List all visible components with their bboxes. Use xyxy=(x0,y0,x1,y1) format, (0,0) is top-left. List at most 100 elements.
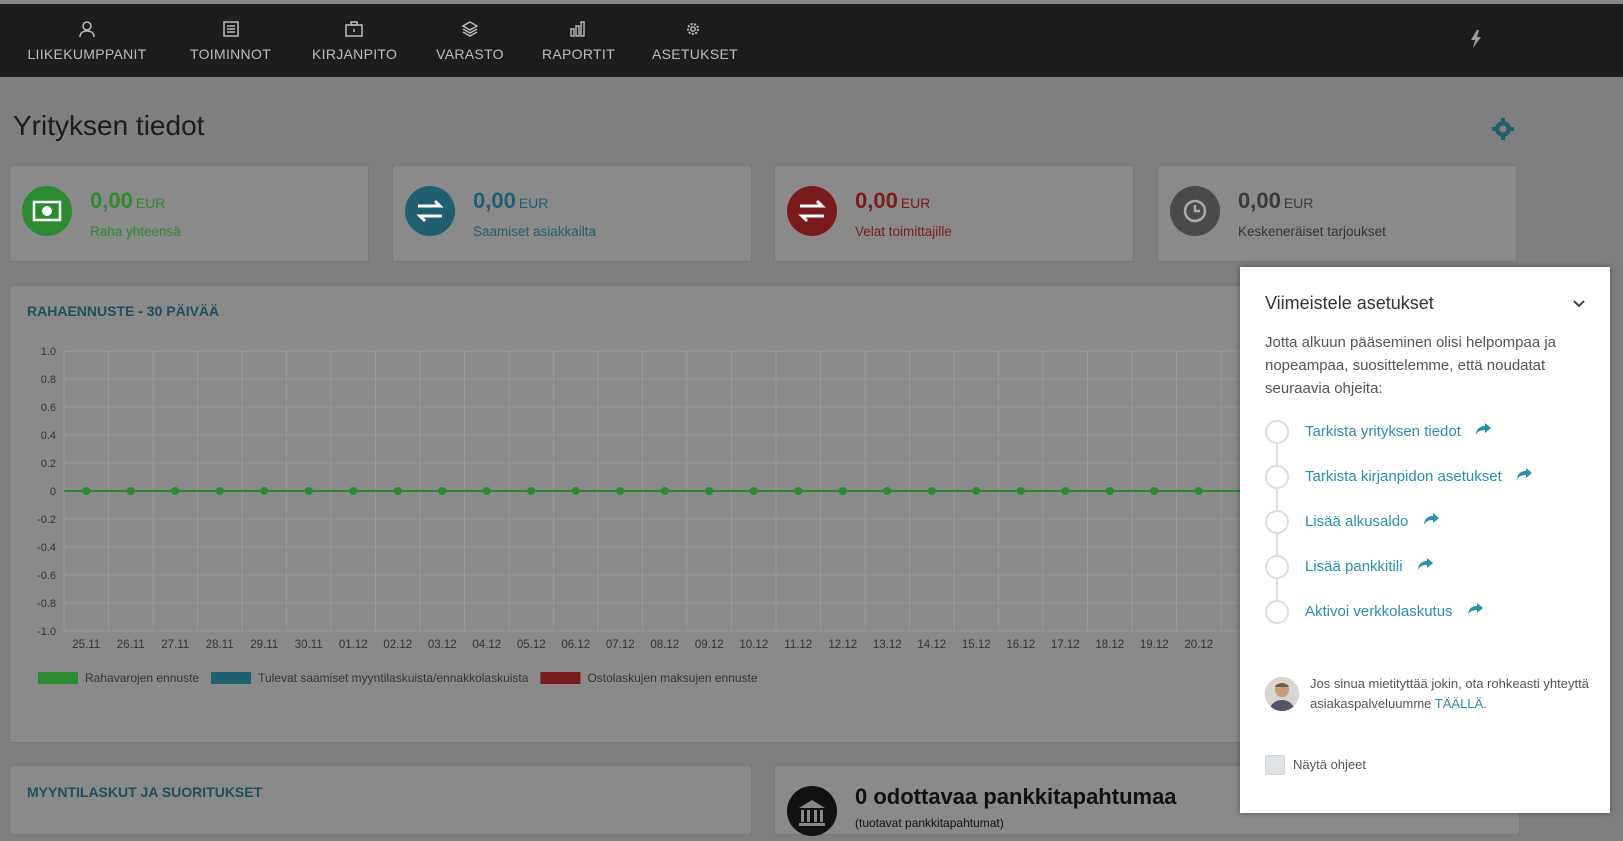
x-tick-label: 30.11 xyxy=(295,639,323,651)
y-tick-label: -0.2 xyxy=(37,514,56,526)
data-point xyxy=(1194,487,1203,495)
card-label: Velat toimittajille xyxy=(855,224,952,239)
data-point xyxy=(705,487,714,495)
x-tick-label: 08.12 xyxy=(650,639,679,651)
data-point xyxy=(838,487,847,495)
data-point xyxy=(349,487,358,495)
setup-popup: Viimeistele asetukset Jotta alkuun pääse… xyxy=(1240,267,1610,813)
step-link[interactable]: Lisää pankkitili xyxy=(1305,558,1433,575)
nav-item-asetukset[interactable]: ASETUKSET xyxy=(652,18,738,62)
popup-intro: Jotta alkuun pääseminen olisi helpompaa … xyxy=(1265,334,1557,397)
money-icon xyxy=(22,186,72,236)
x-tick-label: 04.12 xyxy=(472,639,501,651)
y-tick-label: -0.4 xyxy=(37,542,56,554)
share-arrow-icon xyxy=(1417,558,1433,570)
x-tick-label: 01.12 xyxy=(339,639,368,651)
data-point xyxy=(482,487,491,495)
x-tick-label: 17.12 xyxy=(1051,639,1080,651)
nav-item-toiminnot[interactable]: TOIMINNOT xyxy=(188,18,273,62)
x-tick-label: 02.12 xyxy=(383,639,412,651)
data-point xyxy=(527,487,536,495)
summary-card-receivables[interactable]: 0,00 EUR Saamiset asiakkailta xyxy=(392,165,752,262)
summary-card-offers[interactable]: 0,00 EUR Keskeneräiset tarjoukset xyxy=(1157,165,1517,262)
help-link[interactable]: TÄÄLLÄ xyxy=(1435,696,1483,711)
x-tick-label: 19.12 xyxy=(1140,639,1169,651)
step-link[interactable]: Tarkista yrityksen tiedot xyxy=(1305,423,1492,440)
bolt-icon[interactable] xyxy=(1470,30,1482,48)
x-tick-label: 18.12 xyxy=(1095,639,1124,651)
legend-label: Ostolaskujen maksujen ennuste xyxy=(587,671,757,685)
y-tick-label: -0.6 xyxy=(37,570,56,582)
share-arrow-icon xyxy=(1476,423,1492,435)
y-tick-label: -1.0 xyxy=(37,626,56,638)
data-point xyxy=(393,487,402,495)
data-point xyxy=(126,487,135,495)
card-value: 0,00 EUR xyxy=(473,188,549,213)
y-tick-label: 0.6 xyxy=(41,402,56,414)
nav-item-raportit[interactable]: RAPORTIT xyxy=(542,18,615,62)
x-tick-label: 06.12 xyxy=(561,639,590,651)
nav-item-varasto[interactable]: VARASTO xyxy=(436,18,504,62)
gear-icon[interactable] xyxy=(1492,118,1514,140)
step-radio[interactable] xyxy=(1265,555,1289,579)
step-link[interactable]: Tarkista kirjanpidon asetukset xyxy=(1305,468,1532,485)
nav-label: TOIMINNOT xyxy=(190,46,271,62)
briefcase-icon xyxy=(345,21,363,37)
data-point xyxy=(660,487,669,495)
x-tick-label: 28.11 xyxy=(206,639,234,651)
data-point xyxy=(171,487,180,495)
y-tick-label: -0.8 xyxy=(37,598,56,610)
data-point xyxy=(1105,487,1114,495)
share-arrow-icon xyxy=(1423,513,1439,525)
card-value: 0,00 EUR xyxy=(1238,188,1314,213)
clock-icon xyxy=(1170,186,1220,236)
nav-item-liikekumppanit[interactable]: LIIKEKUMPPANIT xyxy=(27,18,147,62)
step-link[interactable]: Aktivoi verkkolaskutus xyxy=(1305,603,1483,620)
chevron-down-icon[interactable] xyxy=(1573,300,1585,308)
y-tick-label: 0.8 xyxy=(41,374,56,386)
exchange-icon xyxy=(787,186,837,236)
user-icon xyxy=(79,21,95,38)
x-tick-label: 29.11 xyxy=(250,639,278,651)
bank-icon xyxy=(787,786,837,836)
step-radio[interactable] xyxy=(1265,465,1289,489)
x-tick-label: 12.12 xyxy=(828,639,857,651)
bar-chart-icon xyxy=(570,21,585,37)
y-tick-label: 1.0 xyxy=(41,346,56,358)
card-label: Raha yhteensä xyxy=(90,224,181,239)
data-point xyxy=(927,487,936,495)
show-instructions-label: Näytä ohjeet xyxy=(1293,757,1366,772)
data-point xyxy=(215,487,224,495)
nav-item-kirjanpito[interactable]: KIRJANPITO xyxy=(312,18,397,62)
x-tick-label: 03.12 xyxy=(428,639,457,651)
y-tick-label: 0.4 xyxy=(41,430,56,442)
gear-icon xyxy=(687,23,699,35)
x-tick-label: 20.12 xyxy=(1184,639,1213,651)
card-label: Keskeneräiset tarjoukset xyxy=(1238,224,1386,239)
avatar xyxy=(1265,677,1299,711)
step-radio[interactable] xyxy=(1265,600,1289,624)
step-radio[interactable] xyxy=(1265,510,1289,534)
page-title: Yrityksen tiedot xyxy=(13,110,205,141)
step-radio[interactable] xyxy=(1265,420,1289,444)
data-point xyxy=(749,487,758,495)
summary-card-money[interactable]: 0,00 EUR Raha yhteensä xyxy=(9,165,369,262)
step-link[interactable]: Lisää alkusaldo xyxy=(1305,513,1439,530)
show-instructions-checkbox[interactable] xyxy=(1265,755,1285,775)
card-value: 0,00 EUR xyxy=(90,188,166,213)
exchange-icon xyxy=(405,186,455,236)
card-value: 0,00 EUR xyxy=(855,188,931,213)
x-tick-label: 26.11 xyxy=(117,639,145,651)
y-tick-label: 0.2 xyxy=(41,458,56,470)
data-point xyxy=(972,487,981,495)
x-tick-label: 13.12 xyxy=(873,639,902,651)
top-navbar: LIIKEKUMPPANIT TOIMINNOT KIRJANPITO VARA… xyxy=(0,0,1623,77)
x-tick-label: 10.12 xyxy=(739,639,768,651)
data-point xyxy=(616,487,625,495)
x-tick-label: 27.11 xyxy=(161,639,189,651)
data-point xyxy=(304,487,313,495)
x-tick-label: 25.11 xyxy=(72,639,100,651)
legend-swatch xyxy=(211,672,252,684)
legend-swatch xyxy=(540,672,581,684)
summary-card-payables[interactable]: 0,00 EUR Velat toimittajille xyxy=(774,165,1134,262)
